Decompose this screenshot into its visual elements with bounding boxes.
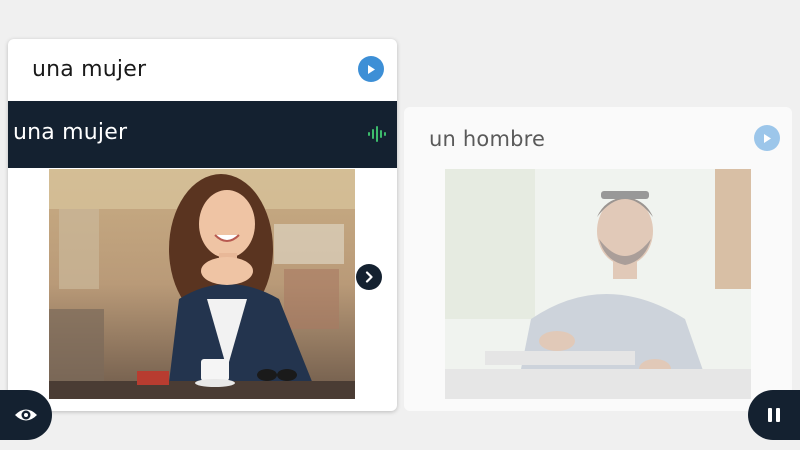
pause-icon [768,408,780,422]
man-photo [445,169,751,399]
chevron-right-icon [365,271,373,283]
prompt-text: un hombre [429,127,546,151]
woman-photo [49,169,355,399]
eye-icon [15,409,37,421]
play-icon [368,64,375,74]
spoken-answer-text: una mujer [13,120,128,145]
reveal-answer-button[interactable] [0,390,52,440]
play-audio-button[interactable] [358,56,384,82]
active-card: una mujer una mujer [8,39,397,411]
prompt-row: una mujer [8,39,397,101]
play-icon [764,133,771,143]
spoken-answer-bar: una mujer [8,101,397,168]
voice-waveform-icon [368,126,386,142]
prompt-text: una mujer [32,57,147,82]
play-audio-button[interactable] [754,125,780,151]
next-image-button[interactable] [356,264,382,290]
pause-button[interactable] [748,390,800,440]
inactive-card[interactable]: un hombre [404,107,792,411]
